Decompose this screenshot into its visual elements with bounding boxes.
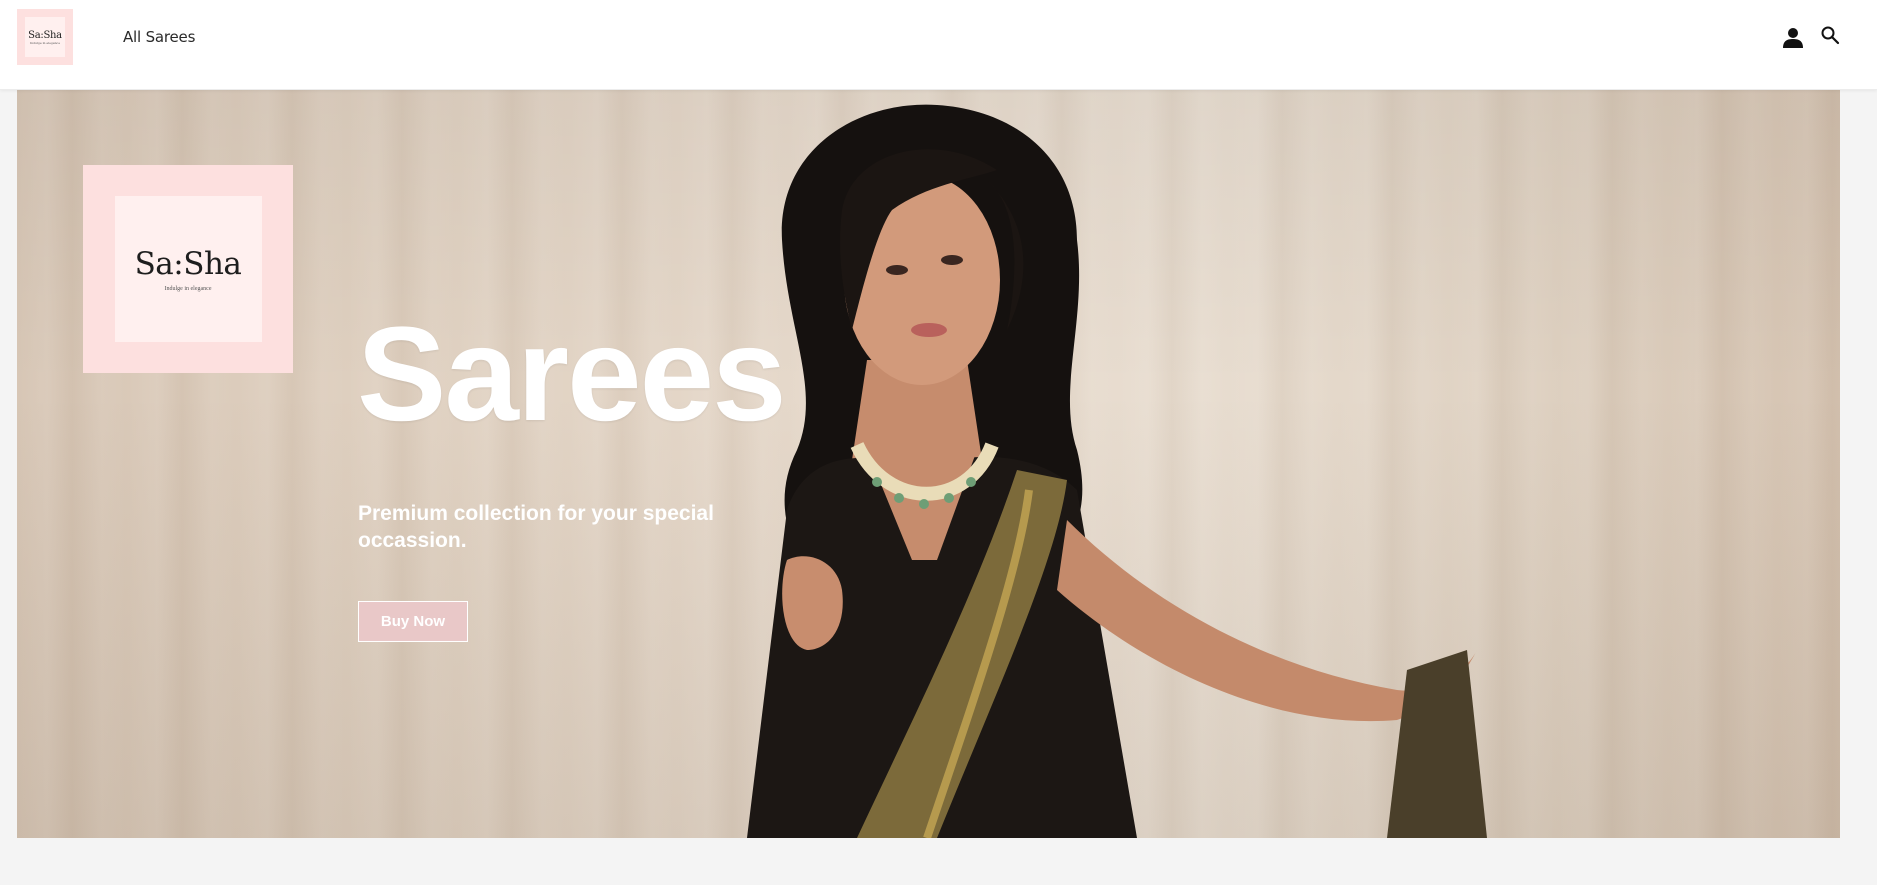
logo-text: Sa:Sha (28, 29, 62, 41)
site-logo-inner: Sa:Sha Indulge in elegance (25, 17, 65, 57)
hero-brand-logo-inner: Sa:Sha Indulge in elegance (114, 196, 262, 342)
nav-all-sarees[interactable]: All Sarees (123, 28, 195, 46)
hero-brand-logo: Sa:Sha Indulge in elegance (83, 165, 293, 373)
site-logo[interactable]: Sa:Sha Indulge in elegance (17, 9, 73, 65)
buy-now-button[interactable]: Buy Now (358, 601, 468, 642)
hero-title: Sarees (357, 300, 787, 449)
hero-subtitle: Premium collection for your special occa… (358, 502, 714, 552)
search-button[interactable] (1817, 22, 1843, 48)
account-button[interactable] (1780, 25, 1806, 51)
hero-banner: Sa:Sha Indulge in elegance Sarees Premiu… (17, 90, 1840, 838)
search-icon (1821, 26, 1840, 45)
hero-logo-tagline: Indulge in elegance (164, 286, 212, 292)
hero-model-image (747, 104, 1487, 838)
logo-tagline: Indulge in elegance (29, 40, 61, 45)
user-icon (1783, 28, 1803, 48)
site-header: Sa:Sha Indulge in elegance All Sarees (0, 0, 1877, 90)
hero-logo-text: Sa:Sha (134, 246, 242, 282)
